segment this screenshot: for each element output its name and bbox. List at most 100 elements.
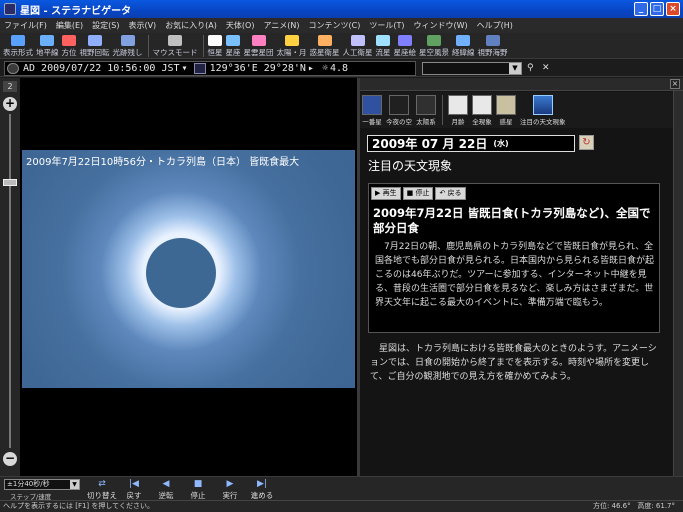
location-arrow-icon[interactable]: ▸: [308, 63, 314, 74]
zoom-slider-thumb[interactable]: [3, 179, 17, 186]
search-icon[interactable]: ⚲: [527, 63, 539, 73]
datetime-location-display[interactable]: AD 2009/07/22 10:56:00 JST ▾ 129°36'E 29…: [4, 61, 416, 76]
toolbar-button-label: 視野海野: [477, 48, 508, 57]
menu-file[interactable]: ファイル(F): [4, 20, 47, 31]
toolbar-button-3[interactable]: 視野回転: [80, 33, 110, 58]
search-combo[interactable]: ▼: [422, 62, 522, 75]
menu-objects[interactable]: 天体(O): [226, 20, 255, 31]
maximize-button[interactable]: □: [650, 2, 664, 16]
guide-tab-6[interactable]: 注目の天文現象: [520, 92, 566, 126]
magnitude-icon: ☼: [321, 63, 328, 74]
toolbar-button-12[interactable]: 流星: [376, 33, 391, 58]
playback-button-5[interactable]: ▶| 進める: [246, 478, 278, 501]
zoom-in-button[interactable]: +: [3, 97, 17, 111]
guide-tab-2[interactable]: 太陽系: [416, 92, 436, 126]
toolbar-button-4[interactable]: 光跡残し: [113, 33, 143, 58]
menu-contents[interactable]: コンテンツ(C): [309, 20, 361, 31]
guide-date: 2009年 07 月 22日 (水): [367, 135, 575, 152]
menu-help[interactable]: ヘルプ(H): [477, 20, 513, 31]
menu-settings[interactable]: 設定(S): [92, 20, 119, 31]
toolbar-button-9[interactable]: 太陽・月: [277, 33, 307, 58]
solar-system-icon: [416, 95, 436, 115]
compass-icon: [62, 35, 76, 46]
event-box: ▶ 再生 ■ 停止 ↶ 戻る 2009年7月22日 皆既日食(トカラ列島など)、…: [368, 183, 660, 333]
first-star-icon: [362, 95, 382, 115]
stop-button[interactable]: ■ 停止: [402, 187, 434, 200]
toolbar-button-6[interactable]: 恒星: [208, 33, 223, 58]
guide-tab-label: 一番星: [362, 118, 382, 126]
status-altitude: 高度: 61.7°: [637, 502, 675, 510]
toolbar-button-2[interactable]: 方位: [62, 33, 77, 58]
back-button[interactable]: ↶ 戻る: [435, 187, 466, 200]
toolbar-button-16[interactable]: 視野海野: [478, 33, 508, 58]
minimize-button[interactable]: _: [634, 2, 648, 16]
moon-age-icon: [448, 95, 468, 115]
toolbar-button-10[interactable]: 惑星衛星: [310, 33, 340, 58]
combo-arrow-icon[interactable]: ▼: [509, 63, 521, 74]
tonight-icon: [389, 95, 409, 115]
toolbar-button-8[interactable]: 星雲星団: [244, 33, 274, 58]
playback-glyph-icon: |◀: [129, 479, 139, 489]
toolbar-button-13[interactable]: 星座絵: [394, 33, 416, 58]
toolbar-button-label: 星空風景: [419, 48, 449, 57]
menu-favorites[interactable]: お気に入り(A): [165, 20, 217, 31]
zoom-out-button[interactable]: −: [3, 452, 17, 466]
close-button[interactable]: ×: [666, 2, 680, 16]
guide-tab-3[interactable]: 月齢: [448, 92, 468, 126]
event-title: 2009年7月22日 皆既日食(トカラ列島など)、全国で部分日食: [373, 206, 651, 235]
toolbar-button-label: 視野回転: [79, 48, 110, 57]
menu-view[interactable]: 表示(V): [128, 20, 156, 31]
eclipse-photo: 2009年7月22日10時56分・トカラ列島（日本） 皆既食最大: [22, 150, 355, 388]
toolbar-button-label: 惑星衛星: [309, 48, 340, 57]
toolbar-button-label: 表示形式: [3, 48, 33, 57]
constellation-art-icon: [397, 35, 412, 46]
field-icon: [485, 35, 500, 46]
zoom-slider-track[interactable]: [9, 114, 11, 448]
speed-select[interactable]: ±1分40秒/秒 ▼: [4, 479, 80, 490]
speed-arrow-icon[interactable]: ▼: [70, 480, 79, 489]
meteor-icon: [376, 35, 390, 46]
dropdown-arrow-icon[interactable]: ▾: [182, 63, 188, 74]
guide-tabs: 一番星 今夜の空 太陽系 月齢 全現象 惑星 注目の天文現象: [360, 92, 673, 128]
photo-caption: 2009年7月22日10時56分・トカラ列島（日本） 皆既食最大: [26, 157, 300, 168]
menu-animation[interactable]: アニメ(N): [263, 20, 299, 31]
guide-day-of-week: (水): [493, 139, 509, 148]
sky-view[interactable]: 2009年7月22日10時56分・トカラ列島（日本） 皆既食最大: [22, 78, 355, 476]
play-button[interactable]: ▶ 再生: [371, 187, 401, 200]
toolbar-button-label: 方位: [61, 48, 77, 57]
grid-icon: [456, 35, 471, 46]
guide-tab-4[interactable]: 全現象: [472, 92, 492, 126]
toolbar-button-7[interactable]: 星座: [226, 33, 241, 58]
date-refresh-button[interactable]: ↻: [579, 135, 594, 150]
guide-scrollbar[interactable]: [673, 91, 683, 476]
playback-button-2[interactable]: ◀ 逆転: [150, 478, 182, 501]
playback-button-0[interactable]: ⇄ 切り替え: [86, 478, 118, 501]
guide-tab-5[interactable]: 惑星: [496, 92, 516, 126]
guide-close-button[interactable]: ×: [670, 79, 680, 89]
playback-button-4[interactable]: ▶ 実行: [214, 478, 246, 501]
guide-tab-0[interactable]: 一番星: [362, 92, 382, 126]
playback-glyph-icon: ◀: [162, 479, 170, 489]
toolbar-button-5[interactable]: マウスモード: [153, 33, 198, 58]
playback-glyph-icon: ▶: [226, 479, 234, 489]
toolbar-button-14[interactable]: 星空風景: [419, 33, 449, 58]
nebula-icon: [251, 35, 266, 46]
playback-button-3[interactable]: ■ 停止: [182, 478, 214, 501]
guide-tab-1[interactable]: 今夜の空: [386, 92, 412, 126]
toolbar-button-0[interactable]: 表示形式: [3, 33, 33, 58]
menu-edit[interactable]: 編集(E): [56, 20, 83, 31]
satellite-icon: [350, 35, 365, 46]
clear-icon[interactable]: ✕: [542, 63, 554, 73]
toolbar-button-15[interactable]: 経緯線: [452, 33, 475, 58]
toolbar-button-11[interactable]: 人工衛星: [343, 33, 373, 58]
landscape-icon: [427, 35, 441, 46]
mouse-icon: [168, 35, 182, 46]
playback-button-1[interactable]: |◀ 戻す: [118, 478, 150, 501]
star-icon: [208, 35, 222, 46]
menu-window[interactable]: ウィンドウ(W): [414, 20, 468, 31]
toolbar-separator: [202, 35, 204, 57]
menu-tools[interactable]: ツール(T): [369, 20, 404, 31]
playback-glyph-icon: ■: [193, 479, 203, 489]
toolbar-button-1[interactable]: 地平線: [36, 33, 59, 58]
speed-value: ±1分40秒/秒: [7, 480, 50, 488]
